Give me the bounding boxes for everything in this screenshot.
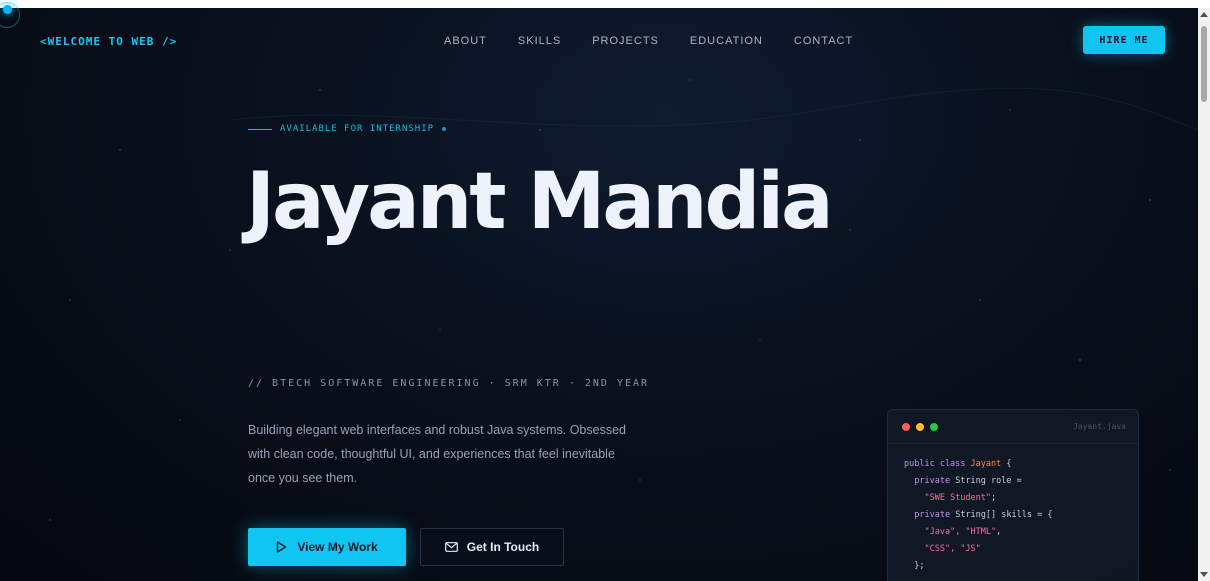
code-line: "SWE Student"; — [904, 490, 1138, 507]
nav-link-projects[interactable]: PROJECTS — [592, 35, 659, 47]
site-logo[interactable]: <WELCOME TO WEB /> — [40, 35, 177, 48]
code-body: public class Jayant { private String rol… — [888, 444, 1138, 575]
code-string: "Java", "HTML" — [924, 527, 997, 537]
code-text: , — [996, 527, 1002, 537]
top-navigation: <WELCOME TO WEB /> ABOUT SKILLS PROJECTS… — [0, 8, 1198, 74]
minimize-dot-icon — [916, 423, 924, 431]
hero-description: Building elegant web interfaces and robu… — [248, 423, 626, 485]
code-line: private String[] skills = { — [904, 507, 1138, 524]
code-line: public class Jayant { — [904, 456, 1138, 473]
page-scrollbar[interactable] — [1198, 8, 1210, 581]
code-line: private String role = — [904, 473, 1138, 490]
code-string: "CSS", "JS" — [924, 544, 981, 554]
code-keyword: public class — [904, 459, 966, 469]
nav-links: ABOUT SKILLS PROJECTS EDUCATION CONTACT — [444, 35, 853, 47]
code-text: String role = — [955, 476, 1022, 486]
view-my-work-button[interactable]: View My Work — [248, 528, 406, 566]
browser-top-strip — [0, 0, 1210, 8]
view-my-work-label: View My Work — [297, 540, 378, 554]
nav-link-education[interactable]: EDUCATION — [690, 35, 763, 47]
mail-icon — [444, 542, 458, 552]
code-line: "Java", "HTML", — [904, 524, 1138, 541]
code-text: { — [1006, 459, 1012, 469]
tag-line-decoration — [248, 128, 272, 130]
hero-name: Jayant Mandia — [246, 157, 834, 247]
nav-link-about[interactable]: ABOUT — [444, 35, 487, 47]
code-text: }; — [914, 561, 925, 571]
close-dot-icon — [902, 423, 910, 431]
code-text: String[] skills = { — [955, 510, 1053, 520]
maximize-dot-icon — [930, 423, 938, 431]
code-keyword: private — [914, 476, 951, 486]
code-filename: Jayant.java — [1073, 422, 1126, 431]
pulse-dot-icon — [442, 127, 447, 131]
code-class-name: Jayant — [970, 459, 1002, 469]
nav-link-contact[interactable]: CONTACT — [794, 35, 853, 47]
scrollbar-thumb[interactable] — [1201, 26, 1207, 102]
code-line: "CSS", "JS" — [904, 541, 1138, 558]
code-string: "SWE Student" — [924, 493, 992, 503]
code-text: ; — [991, 493, 997, 503]
nav-link-skills[interactable]: SKILLS — [518, 35, 561, 47]
code-line: }; — [904, 558, 1138, 575]
availability-text: AVAILABLE FOR INTERNSHIP — [280, 124, 435, 134]
get-in-touch-label: Get In Touch — [466, 540, 540, 554]
code-editor-header: Jayant.java — [888, 410, 1138, 444]
get-in-touch-button[interactable]: Get In Touch — [420, 528, 564, 566]
scroll-up-arrow-icon[interactable] — [1200, 12, 1208, 17]
hero-subtitle: // BTECH SOFTWARE ENGINEERING · SRM KTR … — [248, 378, 650, 389]
availability-tag: AVAILABLE FOR INTERNSHIP — [248, 124, 447, 134]
code-keyword: private — [914, 510, 951, 520]
play-icon — [276, 541, 287, 553]
code-editor-card: Jayant.java public class Jayant { privat… — [887, 409, 1139, 581]
hire-me-button[interactable]: HIRE ME — [1083, 26, 1165, 54]
scroll-down-arrow-icon[interactable] — [1200, 572, 1208, 577]
